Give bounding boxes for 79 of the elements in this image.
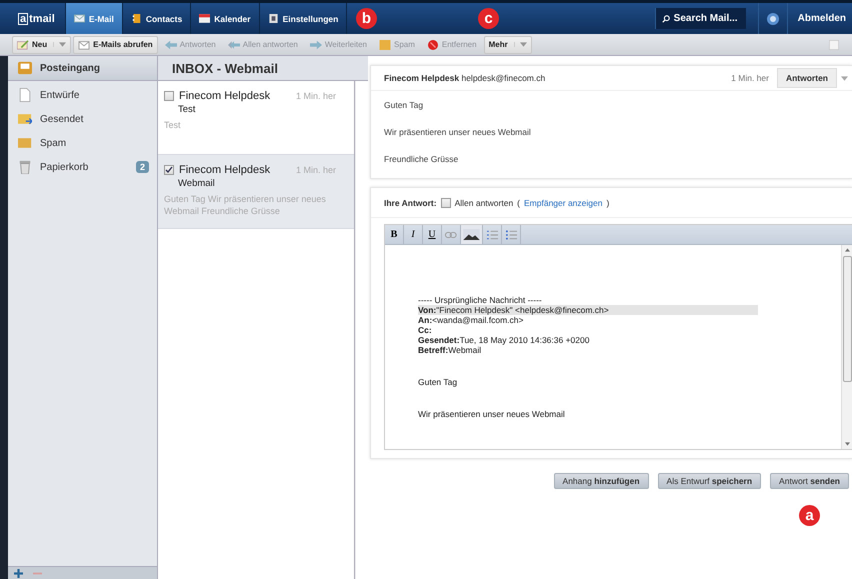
folder-item[interactable]: Spam [8,131,157,155]
format-button[interactable]: I [404,225,423,244]
scrollbar[interactable] [841,245,852,449]
folder-label: Spam [40,138,68,148]
message-time: 1 Min. her [296,165,336,175]
toolbar-button[interactable]: Mehr [484,36,532,54]
unread-count: 2 [136,161,149,173]
checkbox[interactable] [440,198,451,208]
folder-item[interactable]: Papierkorb 2 [8,155,157,179]
nav-tab[interactable]: E-Mail [66,3,123,34]
message-time: 1 Min. her [731,73,769,83]
checkbox[interactable] [164,165,174,175]
scroll-up-icon[interactable] [844,248,850,252]
toolbar-button[interactable]: E-Mails abrufen [73,36,158,54]
action-button[interactable]: Anhang hinzufügen [554,473,649,489]
address-book-icon [130,14,142,23]
reply-label: Ihre Antwort: [384,198,437,208]
compose-icon [17,40,29,50]
message-item[interactable]: Finecom Helpdesk 1 Min. her Webmail Guten Tag Wir präsentieren unser neues Webmail Freundliche Grüsse [158,155,354,229]
settings-icon [268,14,279,23]
quoted-text-line: Gesendet:Tue, 18 May 2010 14:36:36 +0200 [418,335,590,345]
parenthesis: ) [606,198,610,208]
action-button[interactable]: Als Entwurf speichern [658,473,762,489]
folder-icon [18,136,32,150]
delete-icon [426,40,439,50]
parenthesis: ( [517,198,520,208]
double-left-arrow-icon [228,40,240,50]
search-input[interactable]: Search Mail... [674,13,740,24]
format-icon[interactable] [461,225,483,244]
message-text: Wir präsentieren unser neues Webmail [383,126,532,139]
calendar-icon [199,14,210,23]
list-title: INBOX - Webmail [172,60,278,76]
message-subject: Test [177,104,196,115]
help-icon[interactable] [766,12,779,24]
inbox-icon [18,61,32,75]
scroll-down-icon[interactable] [844,442,850,446]
search-icon [662,14,670,24]
format-button[interactable]: U [423,225,442,244]
left-arrow-icon [164,40,177,50]
folder-label: Papierkorb [40,162,90,172]
sender-name: Finecom Helpdesk [179,164,272,176]
logout-link[interactable]: Abmelden [788,3,852,34]
envelope-icon [78,40,90,50]
folder-label: Entwürfe [40,90,80,100]
panel-icon[interactable] [828,40,840,50]
quoted-text-line: Betreff:Webmail [418,345,482,355]
message-preview: Guten Tag Wir präsentieren unser neues Webmail Freundliche Grüsse [164,193,327,217]
checkbox-label: Allen antworten [454,198,514,208]
reply-button[interactable]: Antworten [776,68,837,88]
quoted-text-line: ----- Ursprüngliche Nachricht ----- [418,295,543,305]
folder-label: Gesendet [40,114,84,124]
folder-icon [18,112,32,126]
folder-icon [378,40,391,50]
message-subject: Webmail [177,178,216,189]
format-button[interactable]: B [385,225,404,244]
action-button[interactable]: Antwort senden [770,473,849,489]
envelope-icon [74,14,85,23]
message-preview: Test [164,119,182,131]
message-sender: Finecom Helpdesk helpdesk@finecom.ch [384,73,546,83]
folder-item[interactable]: Gesendet [8,107,157,131]
search-field[interactable]: Search Mail... [654,8,746,29]
folder-label: Posteingang [40,62,102,74]
trash-icon [18,160,32,174]
message-text: Guten Tag [383,99,424,112]
quoted-text-line: Cc: [418,325,433,335]
checkbox[interactable] [164,91,174,101]
right-arrow-icon [310,40,322,50]
quoted-paragraph: Guten Tag [418,377,458,387]
message-text: Freundliche Grüsse [383,153,460,166]
message-time: 1 Min. her [296,91,336,101]
add-icon[interactable] [14,568,23,578]
sender-name: Finecom Helpdesk [179,90,272,102]
document-icon [18,88,32,102]
quoted-text-line: An:<wanda@mail.fcom.ch> [418,315,524,325]
show-recipients-link[interactable]: Empfänger anzeigen [524,198,602,208]
quoted-paragraph: Wir präsentieren unser neues Webmail [418,409,566,419]
folder-item[interactable]: Posteingang [8,56,157,81]
folder-item[interactable]: Entwürfe [8,83,157,107]
toolbar-button[interactable]: Neu [12,36,72,54]
